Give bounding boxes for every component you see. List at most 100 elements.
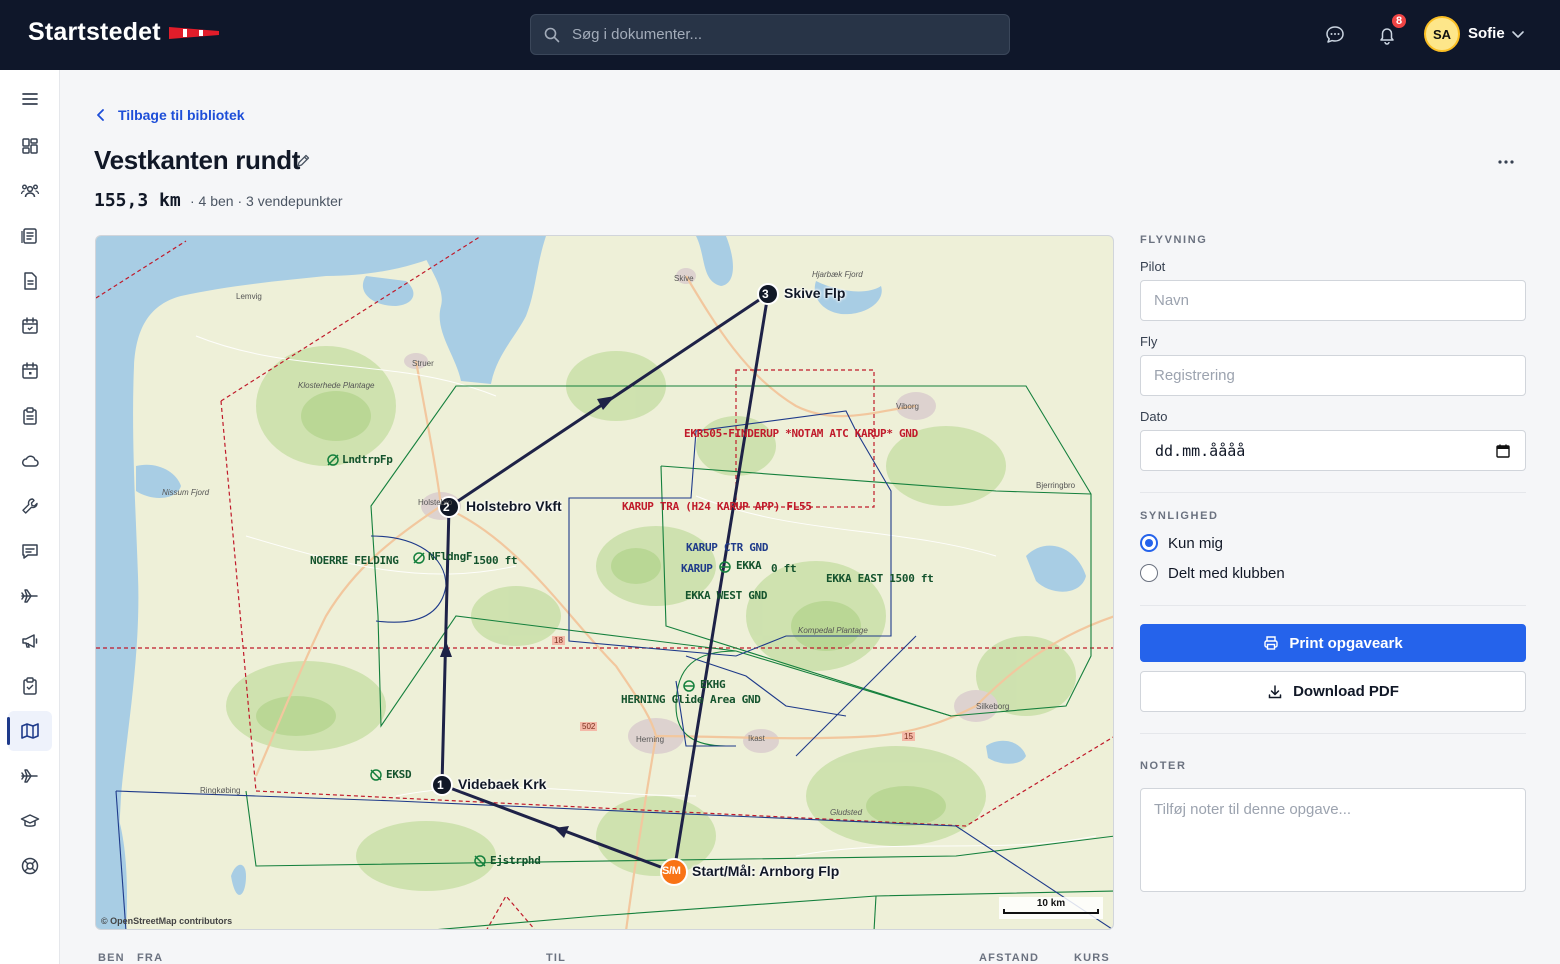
town-label: Bjerringbro — [1036, 481, 1076, 490]
aircraft-label: Fly — [1140, 334, 1158, 349]
document-icon[interactable] — [8, 261, 52, 301]
download-pdf-button[interactable]: Download PDF — [1140, 671, 1526, 712]
airspace-label: Area GND — [710, 693, 761, 706]
town-label: Nissum Fjord — [162, 488, 210, 497]
town-label: Lemvig — [236, 292, 262, 301]
town-label: Silkeborg — [976, 702, 1010, 711]
map-scale-bar: 10 km — [999, 897, 1103, 919]
town-label: Ringkøbing — [200, 786, 241, 795]
airfield-label: EKHG — [700, 678, 726, 691]
search-input[interactable] — [572, 26, 972, 43]
airspace-label: KARUP CTR GND — [686, 541, 769, 554]
training-icon[interactable] — [8, 801, 52, 841]
visibility-option-private[interactable]: Kun mig — [1140, 534, 1223, 552]
weather-icon[interactable] — [8, 441, 52, 481]
road-number: 15 — [902, 732, 915, 741]
pilot-label: Pilot — [1140, 259, 1166, 274]
total-distance: 155,3 km — [94, 190, 181, 211]
print-button-label: Print opgaveark — [1289, 634, 1403, 652]
more-options-icon[interactable] — [1496, 152, 1516, 172]
printer-icon — [1264, 636, 1279, 650]
town-label: Hjarbæk Fjord — [812, 270, 863, 279]
library-icon[interactable] — [8, 216, 52, 256]
town-label: Klosterhede Plantage — [298, 381, 375, 390]
airspace-label: HERNING Glide — [621, 693, 704, 706]
date-label: Dato — [1140, 409, 1168, 424]
visibility-option-club[interactable]: Delt med klubben — [1140, 564, 1285, 582]
notification-badge: 8 — [1390, 12, 1408, 30]
airfield-label: LndtrpFp — [342, 453, 393, 466]
notes-textarea[interactable] — [1140, 788, 1526, 892]
divider — [1140, 733, 1526, 734]
clipboard-icon[interactable] — [8, 396, 52, 436]
date-placeholder: dd.mm.åååå — [1155, 441, 1246, 460]
aircraft-icon[interactable] — [8, 576, 52, 616]
airspace-label: EKR505-FINDERUP *NOTAM ATC KARUP* GND — [684, 427, 918, 440]
town-label: Ikast — [748, 734, 765, 743]
notes-section-title: NOTER — [1140, 760, 1187, 772]
airspace-label: 0 ft — [771, 562, 797, 575]
table-header-heading: KURS — [1074, 952, 1110, 964]
road-number: 502 — [580, 722, 598, 731]
radio-button-checked[interactable] — [1140, 534, 1158, 552]
map-icon[interactable] — [7, 711, 52, 751]
airspace-label: 1500 ft — [473, 554, 518, 567]
print-task-sheet-button[interactable]: Print opgaveark — [1140, 624, 1526, 662]
calendar-picker-icon[interactable] — [1495, 443, 1511, 459]
route-map[interactable]: 3 2 1 S/M Skive Flp Holstebro Vkft Videb… — [95, 235, 1114, 930]
schedule-icon[interactable] — [8, 351, 52, 391]
waypoint-label: Skive Flp — [784, 285, 846, 301]
town-label: Kompedal Plantage — [798, 626, 868, 635]
airfield-label: Ejstrphd — [490, 854, 541, 867]
waypoint-marker-start[interactable]: S/M — [662, 865, 681, 877]
town-label: Gludsted — [830, 808, 863, 817]
dashboard-icon[interactable] — [8, 126, 52, 166]
menu-icon[interactable] — [8, 79, 52, 119]
aircraft-input[interactable] — [1140, 355, 1526, 396]
brand-name: Startstedet — [28, 18, 161, 46]
divider — [1140, 605, 1526, 606]
chevron-down-icon[interactable] — [1511, 27, 1525, 41]
table-header-from: FRA — [137, 952, 164, 964]
chat-icon[interactable] — [1324, 24, 1346, 46]
brand-logo[interactable]: Startstedet — [28, 18, 219, 47]
tools-icon[interactable] — [8, 486, 52, 526]
map-canvas — [96, 236, 1113, 929]
back-link-label: Tilbage til bibliotek — [118, 107, 245, 123]
avatar[interactable]: SA — [1424, 16, 1460, 52]
search-bar[interactable] — [530, 14, 1010, 55]
airfield-label: EKSD — [386, 768, 412, 781]
waypoint-label: Videbaek Krk — [458, 776, 547, 792]
radio-label: Delt med klubben — [1168, 564, 1285, 582]
user-name[interactable]: Sofie — [1468, 25, 1505, 42]
pilot-input[interactable] — [1140, 280, 1526, 321]
search-icon — [544, 27, 560, 42]
checklist-icon[interactable] — [8, 666, 52, 706]
town-label: Skive — [674, 274, 694, 283]
table-header-leg: BEN — [98, 952, 125, 964]
waypoint-label: Start/Mål: Arnborg Flp — [692, 863, 840, 879]
help-icon[interactable] — [8, 846, 52, 886]
airspace-label: NOERRE FELDING — [310, 554, 399, 567]
table-header-to: TIL — [546, 952, 567, 964]
town-label: Viborg — [896, 402, 919, 411]
airspace-label: EKKA WEST GND — [685, 589, 768, 602]
back-to-library-link[interactable]: Tilbage til bibliotek — [96, 107, 245, 123]
waypoint-marker-1[interactable]: 1 — [437, 778, 444, 792]
airspace-label: KARUP — [681, 562, 713, 575]
sidebar — [0, 70, 60, 964]
town-label: Herning — [636, 735, 665, 744]
route-meta: · 4 ben · 3 vendepunkter — [190, 193, 343, 209]
map-attribution: © OpenStreetMap contributors — [101, 916, 233, 926]
flight-section-title: FLYVNING — [1140, 234, 1208, 246]
radio-button[interactable] — [1140, 564, 1158, 582]
pencil-icon[interactable] — [295, 153, 311, 169]
announcement-icon[interactable] — [8, 621, 52, 661]
calendar-icon[interactable] — [8, 306, 52, 346]
messages-icon[interactable] — [8, 531, 52, 571]
members-icon[interactable] — [8, 171, 52, 211]
waypoint-marker-3[interactable]: 3 — [762, 287, 769, 301]
airspace-label: EKKA EAST 1500 ft — [826, 572, 934, 585]
flights-icon[interactable] — [8, 756, 52, 796]
date-input[interactable]: dd.mm.åååå — [1140, 430, 1526, 471]
